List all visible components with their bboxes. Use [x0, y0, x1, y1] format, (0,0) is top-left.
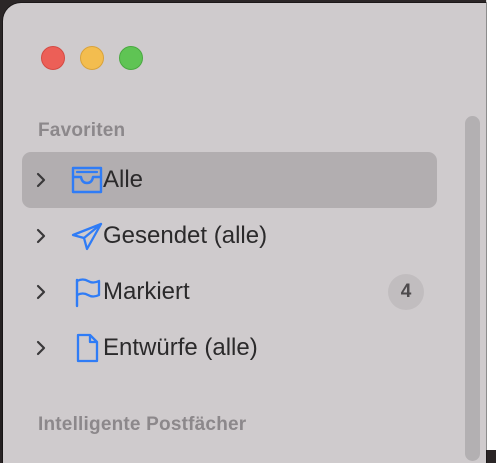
document-icon	[76, 333, 99, 363]
section-header-favorites[interactable]: Favoriten	[38, 120, 125, 142]
sidebar-item-label: Markiert	[103, 278, 190, 305]
chevron-right-icon[interactable]	[35, 172, 47, 188]
mail-window-sidebar: Favoriten Alle Gesendet (alle) Markiert …	[3, 3, 486, 463]
sidebar-item-markiert[interactable]: Markiert 4	[22, 264, 437, 320]
window-controls	[41, 46, 143, 70]
sidebar-item-entwuerfe[interactable]: Entwürfe (alle)	[22, 320, 437, 376]
sidebar-item-label: Gesendet (alle)	[103, 222, 268, 249]
chevron-right-icon[interactable]	[35, 284, 47, 300]
unread-count-badge: 4	[388, 274, 424, 310]
chevron-right-icon[interactable]	[35, 228, 47, 244]
sidebar-item-alle[interactable]: Alle	[22, 152, 437, 208]
zoom-window-button[interactable]	[119, 46, 143, 70]
close-window-button[interactable]	[41, 46, 65, 70]
flag-icon	[75, 278, 101, 308]
sidebar-scrollbar[interactable]	[465, 116, 480, 461]
minimize-window-button[interactable]	[80, 46, 104, 70]
tray-icon	[71, 166, 103, 194]
sidebar-item-label: Entwürfe (alle)	[103, 334, 258, 361]
sidebar-item-label: Alle	[103, 166, 144, 193]
sidebar-item-gesendet[interactable]: Gesendet (alle)	[22, 208, 437, 264]
paper-plane-icon	[71, 222, 103, 251]
message-list-pane-edge	[486, 0, 496, 450]
section-header-smart-mailboxes[interactable]: Intelligente Postfächer	[38, 414, 246, 436]
chevron-right-icon[interactable]	[35, 340, 47, 356]
